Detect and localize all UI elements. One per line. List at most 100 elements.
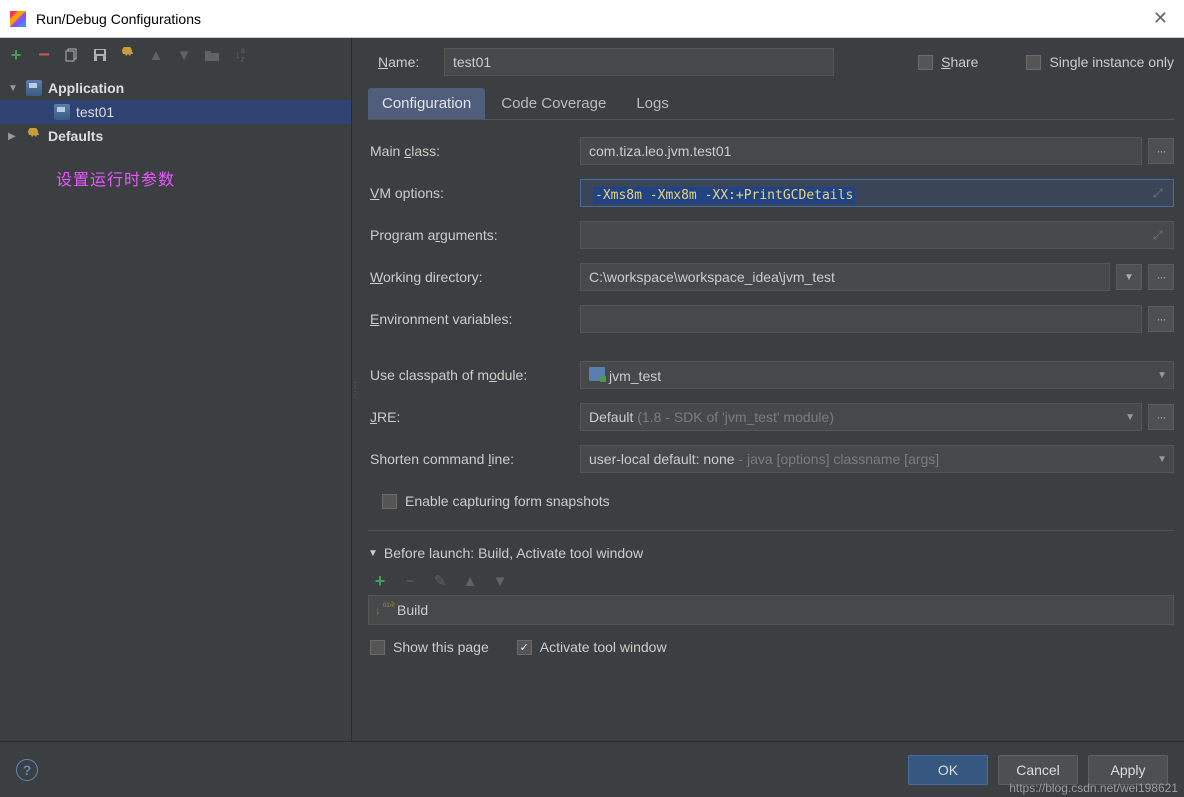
browse-working-dir-button[interactable]: ··· (1148, 264, 1174, 290)
before-launch-header[interactable]: ▼ Before launch: Build, Activate tool wi… (368, 539, 1174, 567)
ok-button[interactable]: OK (908, 755, 988, 785)
shorten-cmd-hint: - java [options] classname [args] (735, 451, 940, 467)
activate-window-checkbox[interactable]: Activate tool window (517, 639, 667, 655)
jre-label: JRE: (368, 409, 580, 425)
name-label: Name: (378, 54, 430, 70)
share-label: hare (950, 54, 978, 70)
move-up-icon[interactable]: ▲ (148, 47, 164, 63)
vm-options-label: VM options: (368, 185, 580, 201)
show-page-label: Show this page (393, 639, 489, 655)
add-icon[interactable]: + (8, 47, 24, 63)
application-icon (54, 104, 70, 120)
working-dir-label: Working directory: (368, 269, 580, 285)
jre-hint: (1.8 - SDK of 'jvm_test' module) (633, 409, 834, 425)
browse-env-vars-button[interactable]: ··· (1148, 306, 1174, 332)
watermark: https://blog.csdn.net/wei198621 (1009, 781, 1178, 795)
env-vars-input[interactable] (580, 305, 1142, 333)
classpath-module-combobox[interactable]: jvm_test ▼ (580, 361, 1174, 389)
chevron-down-icon: ▼ (1157, 454, 1167, 465)
window-title: Run/Debug Configurations (36, 11, 1147, 27)
expand-icon[interactable]: ⤢ (1153, 228, 1167, 242)
checkbox-box (382, 494, 397, 509)
cancel-button[interactable]: Cancel (998, 755, 1078, 785)
tab-configuration[interactable]: Configuration (368, 88, 485, 119)
name-row: Name: Share Single instance only (368, 38, 1174, 86)
jre-value: Default (589, 409, 633, 425)
chevron-down-icon: ▼ (1125, 412, 1135, 423)
main-area: + − ▲ ▼ ↓az ▼ (0, 38, 1184, 797)
activate-window-label: Activate tool window (540, 639, 667, 655)
move-down-icon[interactable]: ▼ (176, 47, 192, 63)
close-icon[interactable]: ✕ (1147, 8, 1174, 29)
vm-options-input[interactable]: -Xms8m -Xmx8m -XX:+PrintGCDetails ⤢ (580, 179, 1174, 207)
tree-node-config-item[interactable]: test01 (0, 100, 351, 124)
app-icon (10, 11, 26, 27)
working-dir-dropdown-button[interactable]: ▼ (1116, 264, 1142, 290)
section-separator (368, 530, 1174, 531)
move-task-down-icon[interactable]: ▼ (492, 573, 508, 589)
program-args-label: Program arguments: (368, 227, 580, 243)
share-checkbox[interactable]: Share (918, 54, 978, 70)
tabs: Configuration Code Coverage Logs (368, 88, 1174, 120)
sidebar-toolbar: + − ▲ ▼ ↓az (0, 38, 351, 72)
single-instance-label: Single instance only (1049, 54, 1174, 70)
tree-node-defaults[interactable]: ▶ Defaults (0, 124, 351, 148)
tab-code-coverage[interactable]: Code Coverage (487, 88, 620, 119)
edit-templates-icon[interactable] (120, 47, 136, 63)
classpath-module-label: Use classpath of module: (368, 367, 580, 383)
expand-icon[interactable]: ⤢ (1153, 186, 1167, 200)
copy-icon[interactable] (64, 47, 80, 63)
save-icon[interactable] (92, 47, 108, 63)
name-input[interactable] (444, 48, 834, 76)
collapse-arrow-icon: ▼ (368, 548, 378, 559)
browse-main-class-button[interactable]: ··· (1148, 138, 1174, 164)
details-panel: Name: Share Single instance only Configu… (358, 38, 1184, 741)
move-task-up-icon[interactable]: ▲ (462, 573, 478, 589)
tree-node-application[interactable]: ▼ Application (0, 76, 351, 100)
build-item-label: Build (397, 602, 428, 618)
program-args-input[interactable]: ⤢ (580, 221, 1174, 249)
chevron-down-icon: ▼ (1157, 370, 1167, 381)
tree-label: Application (48, 80, 124, 96)
tree-label: test01 (76, 104, 114, 120)
module-icon (589, 367, 605, 381)
remove-task-icon[interactable]: − (402, 573, 418, 589)
titlebar: Run/Debug Configurations ✕ (0, 0, 1184, 38)
edit-task-icon[interactable]: ✎ (432, 573, 448, 589)
config-tree: ▼ Application test01 ▶ Defaults 设置运行时参数 (0, 72, 351, 741)
single-instance-checkbox[interactable]: Single instance only (1026, 54, 1174, 70)
sort-icon[interactable]: ↓az (232, 47, 248, 63)
checkbox-box (918, 55, 933, 70)
enable-snapshots-label: Enable capturing form snapshots (405, 493, 610, 509)
wrench-icon (26, 128, 42, 144)
build-icon (377, 603, 391, 617)
browse-jre-button[interactable]: ··· (1148, 404, 1174, 430)
enable-snapshots-checkbox[interactable]: Enable capturing form snapshots (382, 493, 610, 509)
apply-button[interactable]: Apply (1088, 755, 1168, 785)
checkbox-box (1026, 55, 1041, 70)
main-class-input[interactable] (580, 137, 1142, 165)
before-launch-toolbar: + − ✎ ▲ ▼ (368, 567, 1174, 595)
shorten-cmd-value: user-local default: none (589, 451, 735, 467)
tree-label: Defaults (48, 128, 103, 144)
application-icon (26, 80, 42, 96)
main-class-label: Main class: (368, 143, 580, 159)
add-task-icon[interactable]: + (372, 573, 388, 589)
expand-arrow-icon[interactable]: ▶ (8, 131, 20, 142)
help-button[interactable]: ? (16, 759, 38, 781)
footer: ? OK Cancel Apply (0, 741, 1184, 797)
env-vars-label: Environment variables: (368, 311, 580, 327)
before-launch-list[interactable]: Build (368, 595, 1174, 625)
jre-combobox[interactable]: Default (1.8 - SDK of 'jvm_test' module)… (580, 403, 1142, 431)
show-page-checkbox[interactable]: Show this page (370, 639, 489, 655)
sidebar: + − ▲ ▼ ↓az ▼ (0, 38, 352, 741)
classpath-module-value: jvm_test (609, 368, 661, 384)
folder-icon[interactable] (204, 47, 220, 63)
working-dir-input[interactable] (580, 263, 1110, 291)
tab-logs[interactable]: Logs (622, 88, 683, 119)
expand-arrow-icon[interactable]: ▼ (8, 83, 20, 94)
checkbox-box (370, 640, 385, 655)
checkbox-box (517, 640, 532, 655)
remove-icon[interactable]: − (36, 47, 52, 63)
shorten-cmd-combobox[interactable]: user-local default: none - java [options… (580, 445, 1174, 473)
